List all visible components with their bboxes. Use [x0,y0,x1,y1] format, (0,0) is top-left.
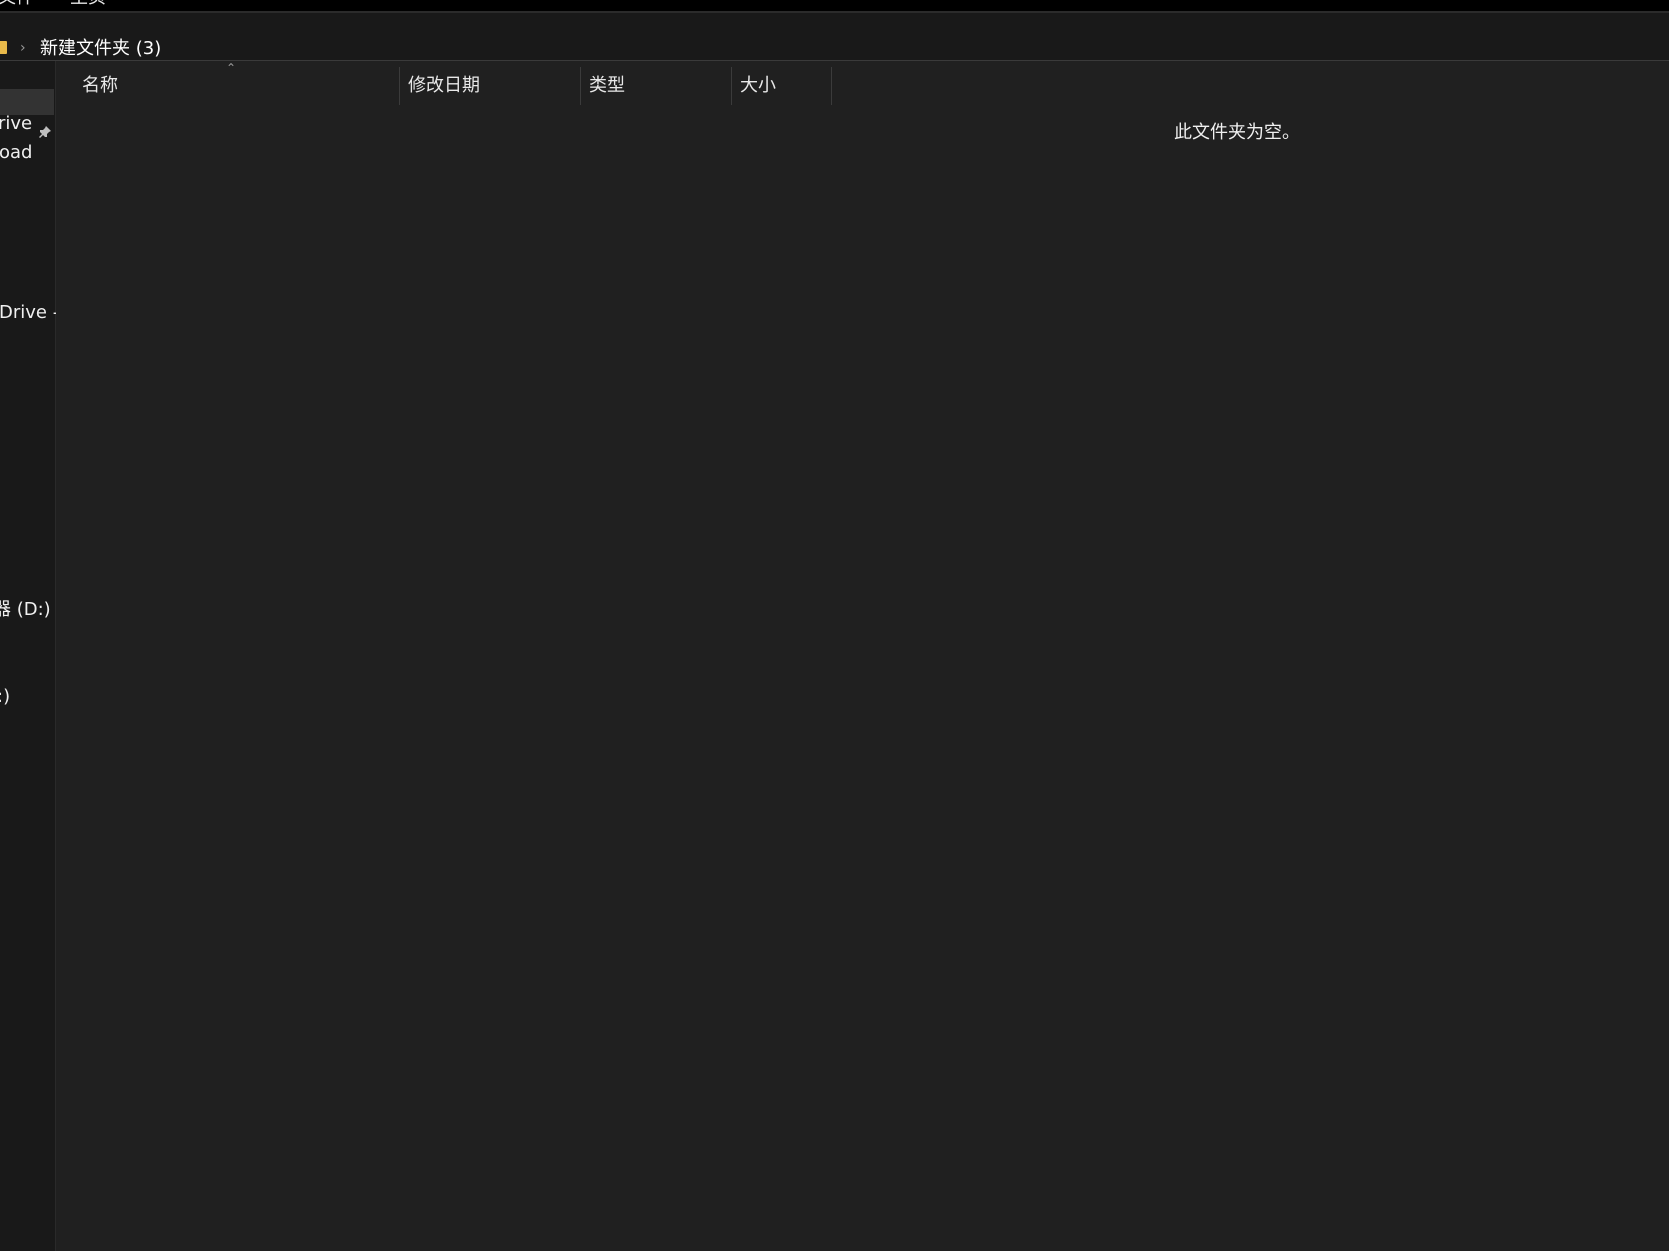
column-divider[interactable] [831,67,832,105]
folder-icon [0,41,7,54]
empty-folder-message: 此文件夹为空。 [1174,122,1300,143]
navigation-pane: rive oad Drive - 器 (D:) :) [0,61,59,1251]
nav-item-download[interactable]: oad [0,141,32,165]
ribbon-tabs-strip: 文件 主页 [0,0,1669,11]
tab-home[interactable]: 主页 [70,0,106,8]
tab-file[interactable]: 文件 [0,0,34,8]
nav-item-onedrive[interactable]: Drive - [0,301,59,325]
nav-item-drive-d[interactable]: 器 (D:) [0,598,51,622]
file-list-view[interactable]: ⌃ 名称 修改日期 类型 大小 此文件夹为空。 [56,61,1669,1251]
column-header-date-modified[interactable]: 修改日期 [400,67,580,105]
pin-icon [37,124,53,140]
address-bar[interactable]: › 新建文件夹 (3) [0,13,1669,61]
nav-item-onedrive-pinned[interactable]: rive [0,112,32,136]
column-header-type[interactable]: 类型 [581,67,731,105]
nav-item-drive[interactable]: :) [0,685,10,709]
chevron-right-icon[interactable]: › [20,38,26,58]
breadcrumb-current-folder[interactable]: 新建文件夹 (3) [40,37,161,61]
column-header-name[interactable]: 名称 [74,67,390,105]
column-header-size[interactable]: 大小 [732,67,831,105]
